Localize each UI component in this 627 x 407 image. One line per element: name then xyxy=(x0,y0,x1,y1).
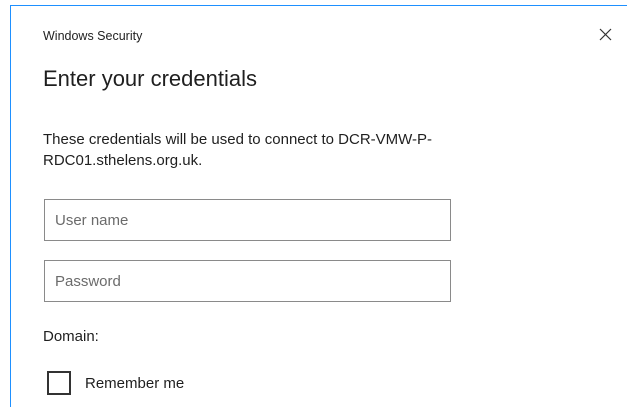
domain-label: Domain: xyxy=(43,328,99,345)
password-input[interactable] xyxy=(44,260,451,302)
remember-me-label[interactable]: Remember me xyxy=(85,375,184,392)
dialog-message: These credentials will be used to connec… xyxy=(43,131,433,169)
remember-me-row[interactable]: Remember me xyxy=(47,371,184,395)
username-input[interactable] xyxy=(44,199,451,241)
window-title: Windows Security xyxy=(43,29,143,43)
remember-me-checkbox[interactable] xyxy=(47,371,71,395)
close-icon xyxy=(599,28,611,40)
dialog-heading: Enter your credentials xyxy=(43,66,257,91)
close-button[interactable] xyxy=(593,22,617,46)
credentials-dialog: Windows Security Enter your credentials … xyxy=(10,5,627,407)
